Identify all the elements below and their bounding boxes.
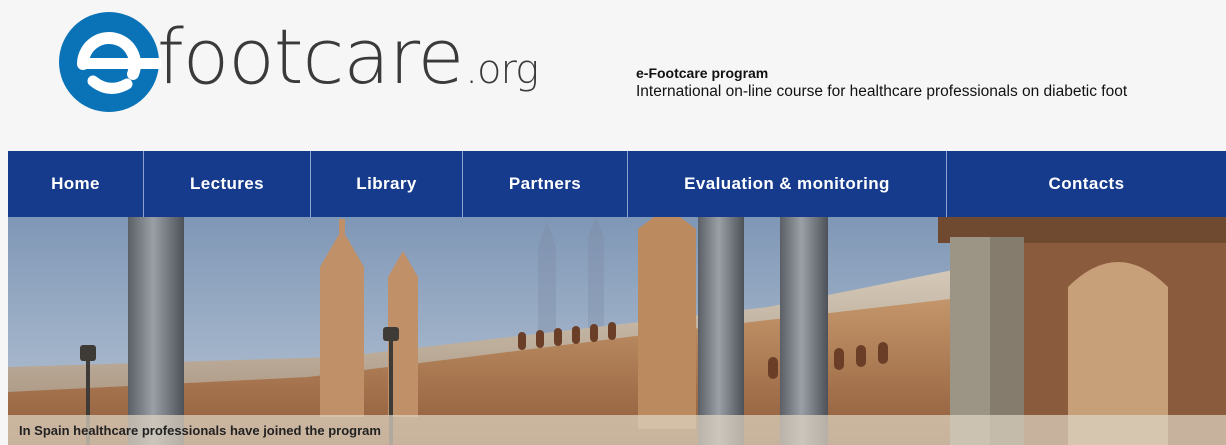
main-nav: Home Lectures Library Partners Evaluatio… (8, 151, 1226, 217)
nav-item-home[interactable]: Home (8, 151, 144, 217)
nav-item-evaluation[interactable]: Evaluation & monitoring (628, 151, 947, 217)
site-logo[interactable]: footcare.org (57, 10, 597, 120)
hero-banner: In Spain healthcare professionals have j… (8, 217, 1226, 445)
nav-item-lectures[interactable]: Lectures (144, 151, 311, 217)
hero-caption-bar: In Spain healthcare professionals have j… (8, 415, 1226, 445)
nav-item-partners[interactable]: Partners (463, 151, 628, 217)
site-header: footcare.org e-Footcare program Internat… (0, 0, 1226, 150)
hero-caption: In Spain healthcare professionals have j… (19, 423, 381, 438)
nav-item-contacts[interactable]: Contacts (947, 151, 1226, 217)
program-title: e-Footcare program (636, 65, 769, 81)
program-subtitle: International on-line course for healthc… (636, 83, 1128, 100)
logo-word: footcare (157, 12, 464, 101)
nav-item-library[interactable]: Library (311, 151, 463, 217)
hero-photo-plaza-de-espana (8, 217, 1226, 445)
e-logo-icon (59, 12, 161, 112)
logo-tld: .org (465, 47, 539, 93)
logo-wordmark: footcare.org (157, 12, 539, 101)
program-tagline: e-Footcare program International on-line… (636, 65, 1127, 101)
